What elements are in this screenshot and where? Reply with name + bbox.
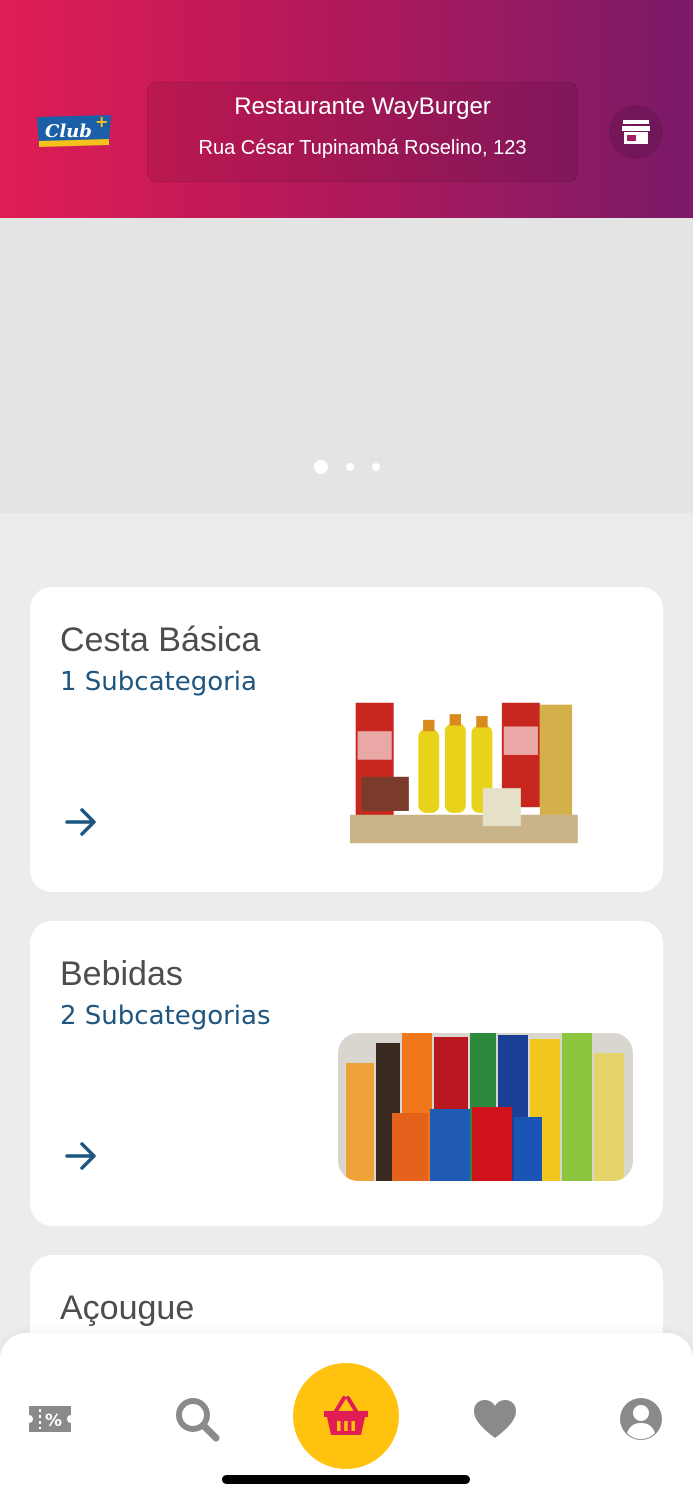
app-header: Club + Restaurante WayBurger Rua César T… bbox=[0, 0, 693, 218]
nav-profile[interactable] bbox=[617, 1395, 665, 1443]
club-plus-logo: Club + bbox=[37, 113, 111, 147]
basket-icon bbox=[324, 1396, 368, 1435]
svg-text:+: + bbox=[95, 113, 108, 131]
nav-coupons[interactable]: % bbox=[26, 1395, 74, 1443]
bottom-navigation: % bbox=[0, 1333, 693, 1500]
home-indicator bbox=[222, 1475, 470, 1484]
category-title: Cesta Básica bbox=[60, 621, 261, 659]
arrow-right-icon[interactable] bbox=[64, 807, 98, 837]
nav-basket[interactable] bbox=[293, 1363, 399, 1469]
coupon-icon: % bbox=[29, 1406, 71, 1432]
carousel-dot[interactable] bbox=[313, 460, 328, 474]
category-subtitle: 2 Subcategorias bbox=[60, 1001, 271, 1031]
drinks-image bbox=[338, 1033, 633, 1181]
store-name: Restaurante WayBurger bbox=[234, 93, 491, 120]
category-title: Açougue bbox=[60, 1289, 195, 1327]
svg-text:%: % bbox=[45, 1411, 62, 1431]
category-card-cesta-basica[interactable]: Cesta Básica 1 Subcategoria bbox=[30, 587, 663, 892]
svg-text:Club: Club bbox=[45, 121, 92, 142]
nav-favorites[interactable] bbox=[471, 1395, 519, 1443]
store-selector[interactable]: Restaurante WayBurger Rua César Tupinamb… bbox=[147, 82, 578, 182]
carousel-dot[interactable] bbox=[371, 463, 380, 471]
nav-search[interactable] bbox=[173, 1395, 221, 1443]
heart-icon bbox=[474, 1400, 516, 1438]
category-card-bebidas[interactable]: Bebidas 2 Subcategorias bbox=[30, 921, 663, 1226]
store-address: Rua César Tupinambá Roselino, 123 bbox=[198, 137, 527, 159]
carousel-pagination bbox=[0, 460, 693, 474]
grocery-basket-image bbox=[350, 702, 630, 844]
storefront-icon bbox=[622, 120, 650, 144]
profile-icon bbox=[620, 1398, 662, 1440]
arrow-right-icon[interactable] bbox=[64, 1141, 98, 1171]
category-title: Bebidas bbox=[60, 955, 183, 993]
search-icon bbox=[176, 1398, 220, 1442]
carousel-dot[interactable] bbox=[345, 463, 354, 471]
category-subtitle: 1 Subcategoria bbox=[60, 667, 257, 697]
store-button[interactable] bbox=[609, 105, 663, 159]
